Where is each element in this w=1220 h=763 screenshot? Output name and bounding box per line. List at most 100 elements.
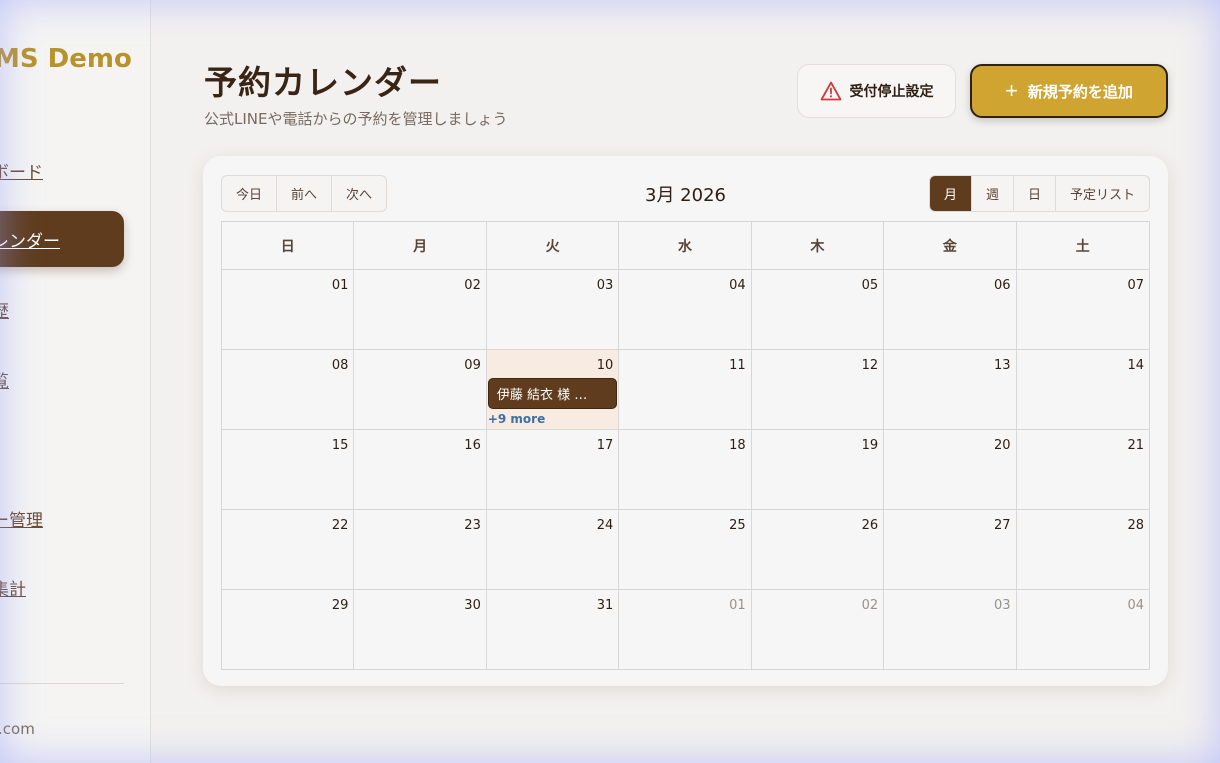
sidebar-divider — [0, 683, 124, 684]
day-cell[interactable]: 12 — [752, 350, 885, 429]
day-number[interactable]: 20 — [994, 438, 1011, 453]
day-cell[interactable]: 16 — [354, 430, 487, 509]
day-number[interactable]: 11 — [729, 358, 746, 373]
day-cell[interactable]: 14 — [1017, 350, 1149, 429]
page-subtitle: 公式LINEや電話からの予約を管理しましょう — [204, 110, 508, 128]
day-cell[interactable]: 29 — [222, 590, 355, 669]
add-reservation-button[interactable]: + 新規予約を追加 — [970, 64, 1168, 118]
day-number[interactable]: 01 — [729, 598, 746, 613]
day-number[interactable]: 04 — [1127, 598, 1144, 613]
day-number[interactable]: 10 — [597, 358, 614, 373]
day-cell[interactable]: 07 — [1017, 270, 1149, 349]
day-number[interactable]: 13 — [994, 358, 1011, 373]
day-number[interactable]: 02 — [862, 598, 879, 613]
view-day-button[interactable]: 日 — [1014, 176, 1057, 211]
sidebar-item-history[interactable]: 歴 — [0, 297, 9, 322]
day-number[interactable]: 22 — [332, 518, 349, 533]
day-number[interactable]: 01 — [332, 278, 349, 293]
sidebar: MS Demo ボード レンダー 歴 覧 ー管理 集計 .com — [0, 0, 151, 763]
brand-logo-text: MS Demo — [0, 44, 132, 74]
warning-icon — [820, 81, 841, 101]
week-row: 01 02 03 04 05 06 07 — [222, 270, 1149, 350]
weekday-header: 日月火水木金 土 — [222, 222, 1149, 270]
day-cell[interactable]: 26 — [752, 510, 885, 589]
view-week-button[interactable]: 週 — [972, 176, 1015, 211]
day-cell[interactable]: 28 — [1017, 510, 1149, 589]
day-number[interactable]: 26 — [862, 518, 879, 533]
day-number[interactable]: 03 — [994, 598, 1011, 613]
day-cell[interactable]: 06 — [884, 270, 1017, 349]
day-number[interactable]: 23 — [464, 518, 481, 533]
day-number[interactable]: 18 — [729, 438, 746, 453]
day-cell[interactable]: 22 — [222, 510, 355, 589]
view-list-button[interactable]: 予定リスト — [1056, 176, 1149, 211]
day-number[interactable]: 09 — [464, 358, 481, 373]
add-reservation-label: 新規予約を追加 — [1027, 83, 1133, 101]
week-row: 29 30 31 01 02 03 04 — [222, 590, 1149, 669]
day-number[interactable]: 28 — [1127, 518, 1144, 533]
sidebar-item-management[interactable]: ー管理 — [0, 506, 43, 531]
day-number[interactable]: 02 — [464, 278, 481, 293]
day-cell[interactable]: 09 — [354, 350, 487, 429]
day-number[interactable]: 03 — [597, 278, 614, 293]
day-number[interactable]: 31 — [597, 598, 614, 613]
day-cell[interactable]: 27 — [884, 510, 1017, 589]
day-number[interactable]: 16 — [464, 438, 481, 453]
day-cell[interactable]: 11 — [619, 350, 752, 429]
day-number[interactable]: 04 — [729, 278, 746, 293]
day-cell[interactable]: 23 — [354, 510, 487, 589]
calendar-card: 今日 前へ 次へ 3月 2026 月 週 日 予定リスト 日月火水木金土 01 0… — [203, 156, 1168, 686]
day-number[interactable]: 30 — [464, 598, 481, 613]
day-cell[interactable]: 01 — [619, 590, 752, 669]
day-cell[interactable]: 19 — [752, 430, 885, 509]
plus-icon: + — [1005, 78, 1018, 103]
day-cell[interactable]: 24 — [487, 510, 620, 589]
view-month-button[interactable]: 月 — [930, 176, 973, 211]
day-cell[interactable]: 08 — [222, 350, 355, 429]
day-number[interactable]: 07 — [1127, 278, 1144, 293]
stop-reception-button[interactable]: 受付停止設定 — [797, 64, 956, 118]
weekday-header-cell: 水 — [619, 222, 752, 269]
day-cell[interactable]: 20 — [884, 430, 1017, 509]
day-cell[interactable]: 04 — [1017, 590, 1149, 669]
day-number[interactable]: 29 — [332, 598, 349, 613]
day-cell[interactable]: 05 — [752, 270, 885, 349]
day-cell[interactable]: 10 伊藤 結衣 様 … +9 more — [486, 350, 620, 429]
more-events-link[interactable]: +9 more — [488, 412, 545, 426]
day-cell[interactable]: 21 — [1017, 430, 1149, 509]
day-number[interactable]: 14 — [1127, 358, 1144, 373]
day-cell[interactable]: 31 — [487, 590, 620, 669]
day-number[interactable]: 15 — [332, 438, 349, 453]
day-number[interactable]: 05 — [862, 278, 879, 293]
day-cell[interactable]: 04 — [619, 270, 752, 349]
day-cell[interactable]: 15 — [222, 430, 355, 509]
page-title: 予約カレンダー — [204, 63, 442, 102]
sidebar-item-stats[interactable]: 集計 — [0, 575, 26, 600]
day-number[interactable]: 25 — [729, 518, 746, 533]
day-cell[interactable]: 30 — [354, 590, 487, 669]
day-cell[interactable]: 17 — [487, 430, 620, 509]
day-cell[interactable]: 18 — [619, 430, 752, 509]
day-number[interactable]: 17 — [597, 438, 614, 453]
day-number[interactable]: 27 — [994, 518, 1011, 533]
calendar-event[interactable]: 伊藤 結衣 様 … — [487, 378, 618, 409]
day-cell[interactable]: 02 — [354, 270, 487, 349]
weekday-header-cell: 月 — [354, 222, 487, 269]
day-cell[interactable]: 13 — [884, 350, 1017, 429]
day-number[interactable]: 06 — [994, 278, 1011, 293]
day-number[interactable]: 12 — [862, 358, 879, 373]
day-cell[interactable]: 03 — [884, 590, 1017, 669]
weekday-header-cell: 土 — [1075, 238, 1090, 255]
day-cell[interactable]: 03 — [487, 270, 620, 349]
sidebar-item-list[interactable]: 覧 — [0, 367, 9, 392]
sidebar-item-dashboard[interactable]: ボード — [0, 158, 43, 183]
sidebar-item-calendar[interactable]: レンダー — [0, 211, 124, 267]
day-number[interactable]: 24 — [597, 518, 614, 533]
day-cell[interactable]: 02 — [752, 590, 885, 669]
day-cell[interactable]: 01 — [222, 270, 355, 349]
week-row: 22 23 24 25 26 27 28 — [222, 510, 1149, 590]
day-number[interactable]: 21 — [1127, 438, 1144, 453]
day-number[interactable]: 19 — [862, 438, 879, 453]
day-number[interactable]: 08 — [332, 358, 349, 373]
day-cell[interactable]: 25 — [619, 510, 752, 589]
